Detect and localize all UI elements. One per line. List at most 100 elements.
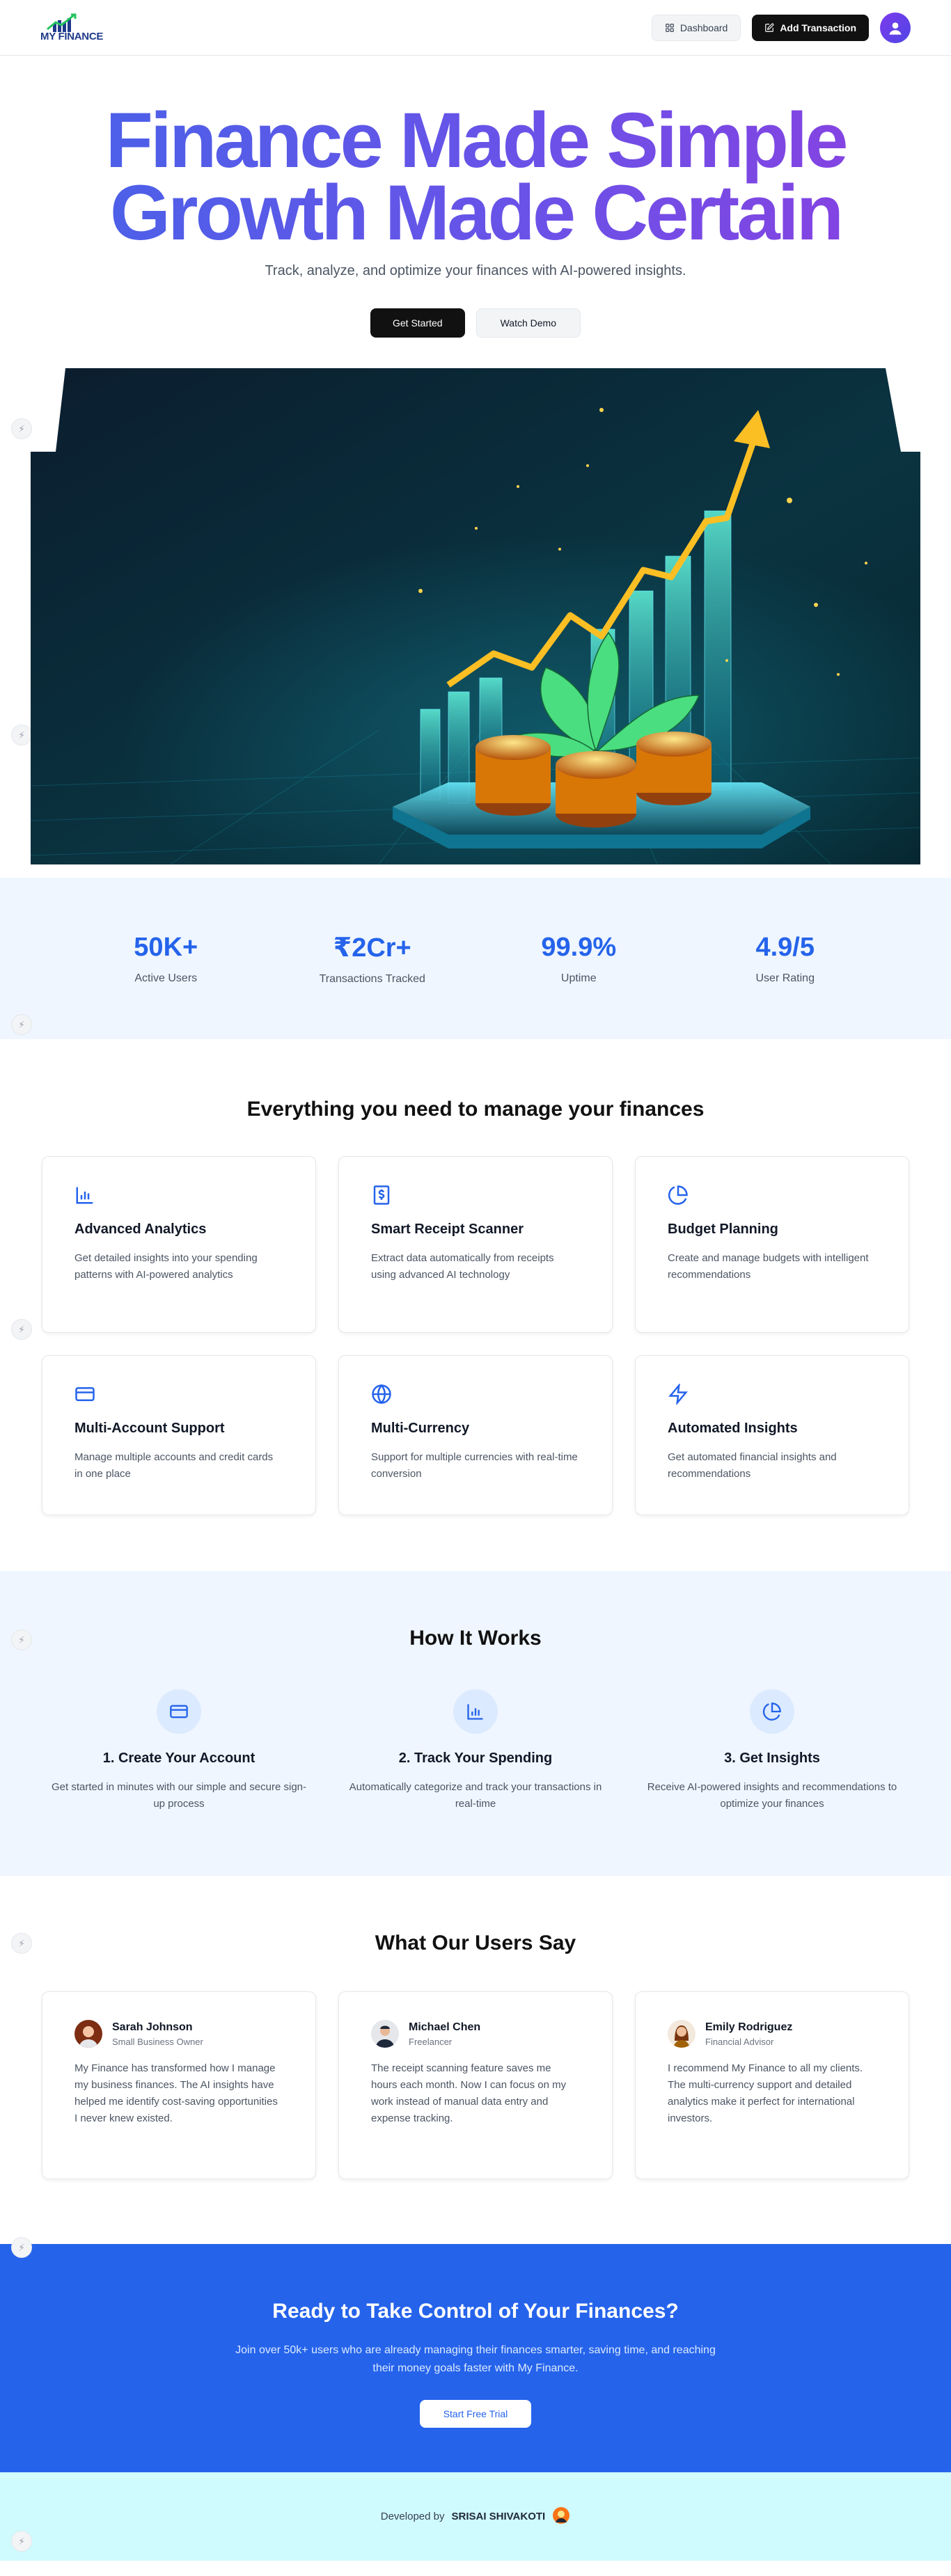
feature-card-analytics[interactable]: Advanced Analytics Get detailed insights…: [42, 1156, 316, 1333]
side-action-icon[interactable]: ⚡: [11, 1319, 32, 1340]
step-title: 3. Get Insights: [724, 1751, 820, 1766]
logo[interactable]: MY FINANCE: [40, 13, 103, 42]
features-section: ⚡ Everything you need to manage your fin…: [0, 1039, 951, 1571]
stat-label: Uptime: [560, 972, 597, 984]
how-title: How It Works: [409, 1627, 542, 1650]
step-get-insights: 3. Get Insights Receive AI-powered insig…: [635, 1689, 909, 1812]
step-create-account: 1. Create Your Account Get started in mi…: [42, 1689, 316, 1812]
hero-title-line-2: Growth Made Certain: [109, 169, 842, 256]
stats-section: ⚡ 50K+ Active Users ₹2Cr+ Transactions T…: [0, 878, 951, 1039]
footer-author[interactable]: SRISAI SHIVAKOTI: [451, 2511, 545, 2522]
footer-prefix: Developed by: [380, 2511, 445, 2522]
avatar: [74, 2020, 102, 2048]
step-desc: Get started in minutes with our simple a…: [52, 1781, 306, 1810]
testimonial-quote: My Finance has transformed how I manage …: [74, 2062, 278, 2124]
feature-title: Automated Insights: [668, 1421, 798, 1436]
testimonial-quote: I recommend My Finance to all my clients…: [668, 2062, 863, 2124]
stat-value: ₹2Cr+: [333, 933, 411, 963]
side-action-icon[interactable]: ⚡: [11, 1014, 32, 1035]
side-action-icon[interactable]: ⚡: [11, 1933, 32, 1954]
hero-title: Finance Made Simple Growth Made Certain: [0, 104, 951, 249]
testimonial-card: Michael Chen Freelancer The receipt scan…: [338, 1991, 613, 2179]
step-track-spending: 2. Track Your Spending Automatically cat…: [338, 1689, 613, 1812]
feature-card-multi-currency[interactable]: Multi-Currency Support for multiple curr…: [338, 1355, 613, 1515]
step-title: 2. Track Your Spending: [398, 1751, 553, 1766]
hero-subtitle: Track, analyze, and optimize your financ…: [265, 263, 686, 278]
feature-desc: Create and manage budgets with intellige…: [668, 1252, 869, 1281]
testimonials-title: What Our Users Say: [375, 1931, 576, 1954]
feature-title: Smart Receipt Scanner: [371, 1222, 524, 1237]
avatar: [371, 2020, 399, 2048]
stat-value: 4.9/5: [755, 932, 815, 962]
hero-growth-illustration: [31, 368, 920, 864]
step-desc: Receive AI-powered insights and recommen…: [647, 1781, 897, 1810]
feature-title: Advanced Analytics: [74, 1222, 207, 1237]
feature-card-receipt-scanner[interactable]: Smart Receipt Scanner Extract data autom…: [338, 1156, 613, 1333]
dashboard-button[interactable]: Dashboard: [651, 14, 741, 41]
site-footer: ⚡ Developed by SRISAI SHIVAKOTI: [0, 2472, 951, 2561]
testimonial-card: Emily Rodriguez Financial Advisor I reco…: [635, 1991, 909, 2179]
step-desc: Automatically categorize and track your …: [349, 1781, 602, 1810]
testimonial-role: Small Business Owner: [112, 2036, 203, 2047]
hero-section: Finance Made Simple Growth Made Certain …: [0, 56, 951, 878]
stat-label: Transactions Tracked: [319, 972, 425, 985]
testimonial-name: Emily Rodriguez: [705, 2021, 793, 2033]
feature-title: Budget Planning: [668, 1222, 778, 1237]
pie-chart-icon: [668, 1185, 688, 1205]
feature-desc: Support for multiple currencies with rea…: [371, 1451, 578, 1480]
get-started-button[interactable]: Get Started: [370, 308, 465, 338]
side-action-icon[interactable]: ⚡: [11, 2531, 32, 2552]
step-title: 1. Create Your Account: [102, 1751, 256, 1766]
stat-rating: 4.9/5 User Rating: [695, 933, 876, 985]
feature-desc: Manage multiple accounts and credit card…: [74, 1451, 274, 1480]
testimonial-card: Sarah Johnson Small Business Owner My Fi…: [42, 1991, 316, 2179]
testimonial-quote: The receipt scanning feature saves me ho…: [371, 2062, 567, 2124]
features-title: Everything you need to manage your finan…: [246, 1098, 705, 1121]
side-action-icon[interactable]: ⚡: [11, 2237, 32, 2258]
add-transaction-label: Add Transaction: [780, 22, 856, 33]
feature-desc: Get automated financial insights and rec…: [668, 1451, 837, 1480]
dashboard-label: Dashboard: [679, 22, 728, 33]
user-icon: [889, 22, 902, 35]
feature-desc: Extract data automatically from receipts…: [371, 1252, 554, 1281]
credit-card-icon: [75, 1387, 95, 1401]
feature-title: Multi-Account Support: [74, 1421, 225, 1436]
globe-icon: [372, 1384, 391, 1405]
feature-desc: Get detailed insights into your spending…: [74, 1252, 258, 1281]
how-it-works-section: ⚡ How It Works 1. Create Your Account Ge…: [0, 1571, 951, 1876]
stat-value: 99.9%: [541, 932, 617, 962]
stat-transactions: ₹2Cr+ Transactions Tracked: [282, 932, 463, 986]
side-action-icon[interactable]: ⚡: [11, 725, 32, 745]
developer-avatar-icon: [552, 2506, 570, 2527]
site-header: MY FINANCE Dashboard Add Transaction: [0, 0, 951, 56]
zap-icon: [668, 1382, 688, 1406]
testimonial-role: Freelancer: [409, 2036, 453, 2047]
testimonial-name: Michael Chen: [409, 2021, 481, 2033]
add-transaction-button[interactable]: Add Transaction: [752, 14, 869, 41]
testimonial-name: Sarah Johnson: [112, 2021, 193, 2033]
start-free-trial-button[interactable]: Start Free Trial: [419, 2400, 532, 2428]
cta-section: ⚡ Ready to Take Control of Your Finances…: [0, 2237, 951, 2472]
stat-active-users: 50K+ Active Users: [75, 933, 256, 985]
pie-chart-icon: [762, 1702, 781, 1721]
user-avatar[interactable]: [880, 12, 911, 43]
feature-title: Multi-Currency: [371, 1421, 470, 1436]
bar-chart-icon: [76, 1187, 93, 1204]
receipt-icon: [373, 1185, 390, 1205]
pen-square-icon: [765, 23, 774, 32]
watch-demo-button[interactable]: Watch Demo: [475, 308, 581, 338]
credit-card-icon: [170, 1705, 188, 1718]
side-action-icon[interactable]: ⚡: [11, 418, 32, 439]
testimonial-role: Financial Advisor: [705, 2036, 774, 2047]
feature-card-multi-account[interactable]: Multi-Account Support Manage multiple ac…: [42, 1355, 316, 1515]
dashboard-grid-icon: [665, 23, 674, 32]
side-action-icon[interactable]: ⚡: [11, 1629, 32, 1650]
testimonials-section: ⚡ What Our Users Say Sarah Johnson Small…: [0, 1876, 951, 2244]
avatar: [668, 2020, 695, 2048]
stat-uptime: 99.9% Uptime: [488, 933, 669, 985]
cta-title: Ready to Take Control of Your Finances?: [272, 2300, 679, 2323]
feature-card-budget[interactable]: Budget Planning Create and manage budget…: [635, 1156, 909, 1333]
logo-text: MY FINANCE: [40, 31, 104, 42]
cta-description: Join over 50k+ users who are already man…: [235, 2344, 716, 2374]
feature-card-automated-insights[interactable]: Automated Insights Get automated financi…: [635, 1355, 909, 1515]
